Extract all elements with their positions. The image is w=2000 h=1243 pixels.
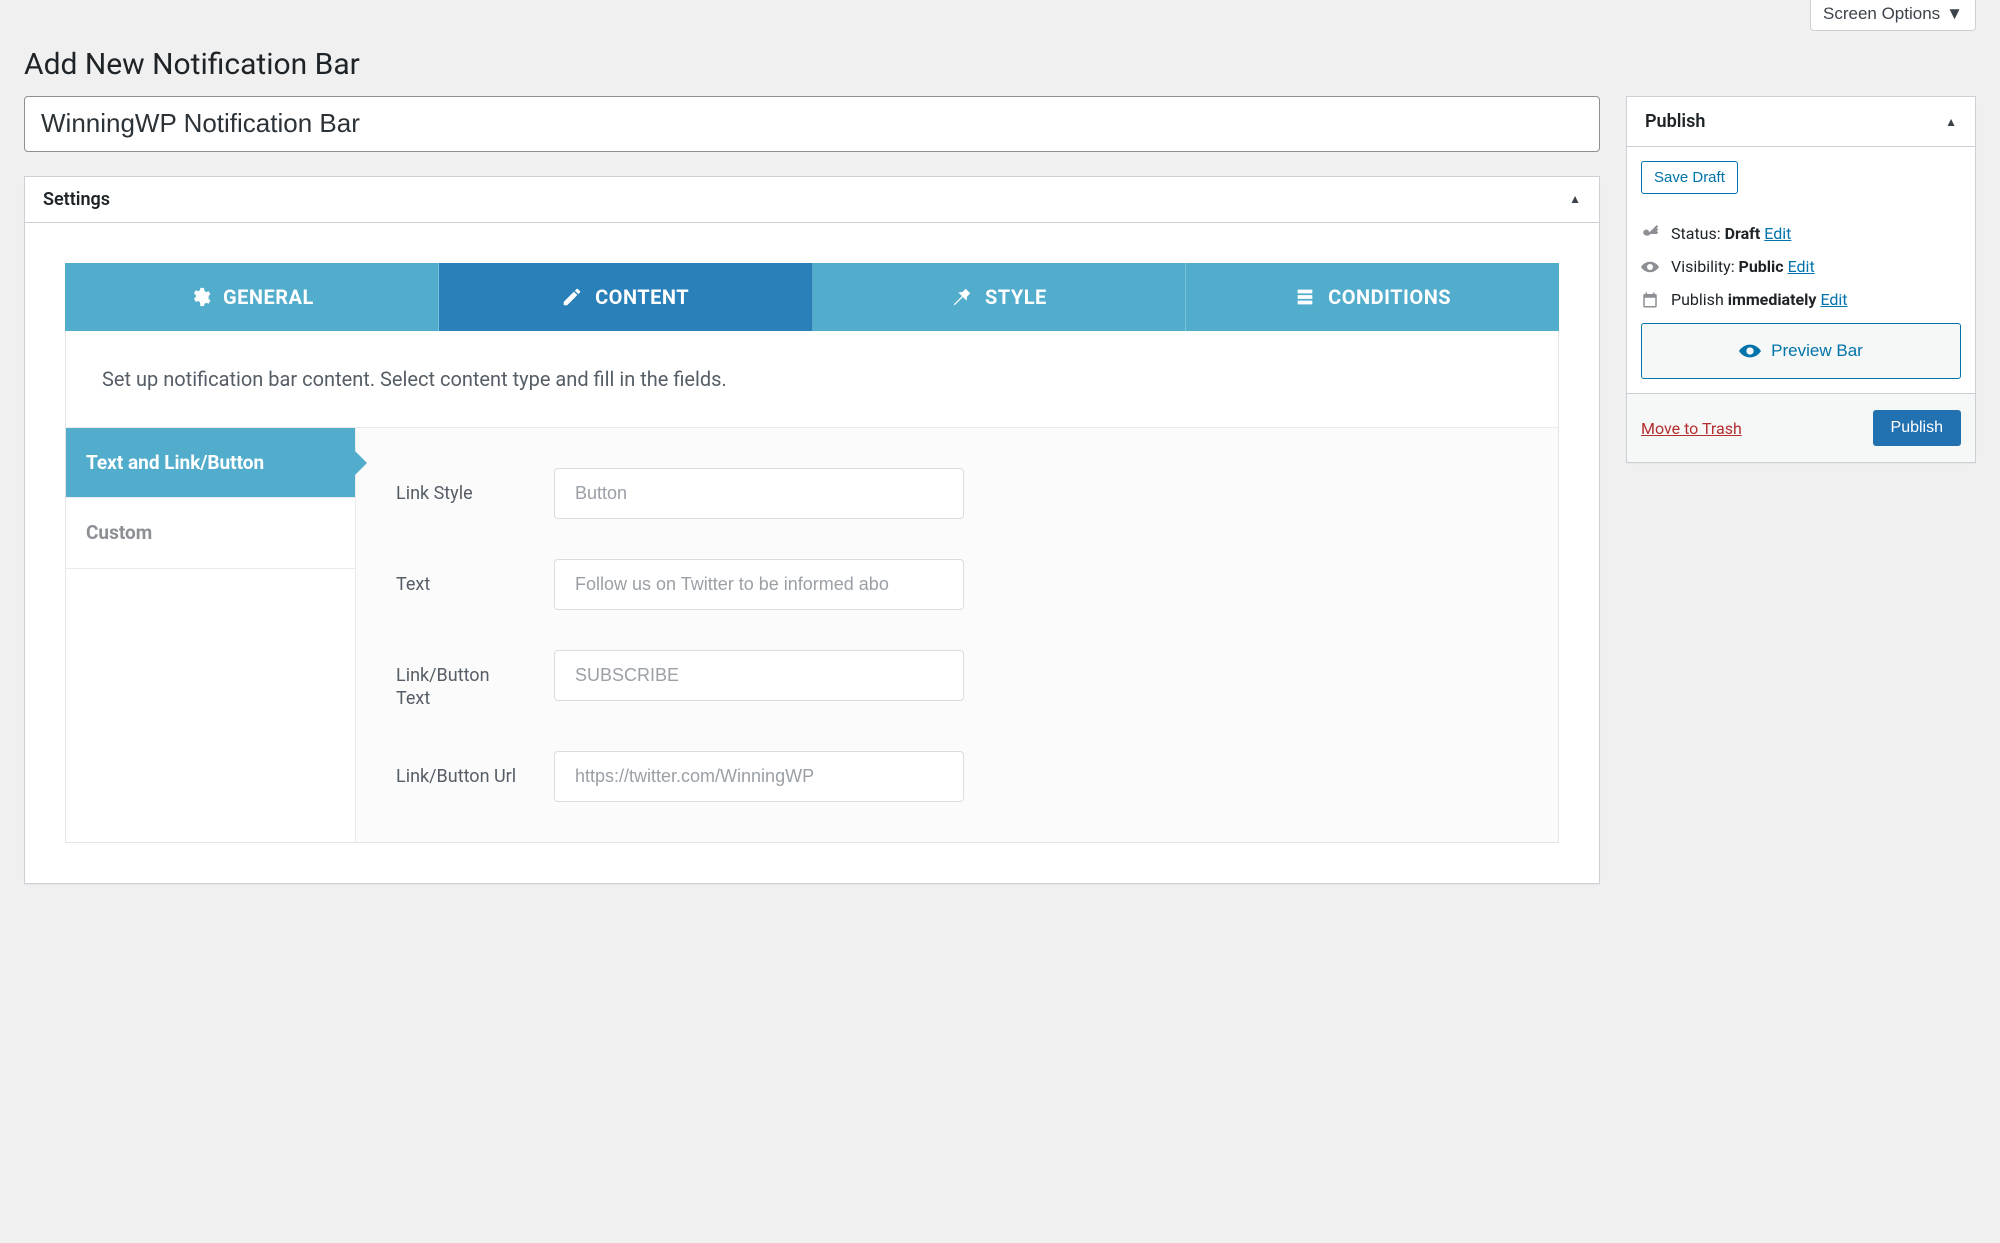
post-title-input[interactable] [24, 96, 1600, 152]
status-edit-link[interactable]: Edit [1764, 224, 1791, 243]
text-input[interactable] [554, 559, 964, 610]
eye-icon [1739, 340, 1761, 362]
calendar-icon [1641, 291, 1659, 309]
save-draft-button[interactable]: Save Draft [1641, 161, 1738, 194]
chevron-down-icon: ▼ [1946, 4, 1963, 24]
field-label-link-style: Link Style [396, 468, 526, 505]
field-label-link-button-text: Link/Button Text [396, 650, 526, 711]
tab-general-label: GENERAL [223, 285, 314, 309]
publish-panel-toggle[interactable]: ▲ [1945, 115, 1957, 129]
eye-icon [1641, 258, 1659, 276]
settings-panel-title: Settings [43, 189, 110, 210]
publish-button[interactable]: Publish [1873, 410, 1961, 446]
link-button-url-input[interactable] [554, 751, 964, 802]
tab-style[interactable]: STYLE [813, 263, 1187, 331]
tab-style-label: STYLE [985, 285, 1047, 309]
link-button-text-input[interactable] [554, 650, 964, 701]
status-label: Status: [1671, 224, 1721, 243]
publish-label: Publish [1671, 290, 1724, 309]
move-to-trash-link[interactable]: Move to Trash [1641, 419, 1742, 438]
settings-panel-toggle[interactable]: ▲ [1569, 192, 1581, 206]
tab-content-label: CONTENT [595, 285, 689, 309]
pin-icon [951, 286, 973, 308]
publish-postbox: Publish ▲ Save Draft Status: Draft Edit [1626, 96, 1976, 463]
pencil-icon [561, 286, 583, 308]
gear-icon [189, 286, 211, 308]
field-label-link-button-url: Link/Button Url [396, 751, 526, 788]
tab-conditions-label: CONDITIONS [1328, 285, 1451, 309]
visibility-label: Visibility: [1671, 257, 1735, 276]
tab-content[interactable]: CONTENT [439, 263, 813, 331]
screen-options-label: Screen Options [1823, 4, 1940, 24]
preview-bar-label: Preview Bar [1771, 341, 1863, 361]
status-value: Draft [1725, 224, 1761, 243]
content-intro: Set up notification bar content. Select … [66, 331, 1558, 427]
publish-edit-link[interactable]: Edit [1820, 290, 1847, 309]
content-subtabs: Text and Link/Button Custom [66, 428, 356, 842]
tab-general[interactable]: GENERAL [65, 263, 439, 331]
publish-title: Publish [1645, 111, 1705, 132]
page-title: Add New Notification Bar [24, 47, 1976, 82]
sliders-icon [1294, 286, 1316, 308]
visibility-value: Public [1739, 257, 1784, 276]
screen-options-button[interactable]: Screen Options ▼ [1810, 0, 1976, 31]
visibility-edit-link[interactable]: Edit [1788, 257, 1815, 276]
key-icon [1641, 225, 1659, 243]
main-tabs: GENERAL CONTENT STYLE CONDITIONS [65, 263, 1559, 331]
subtab-text-link[interactable]: Text and Link/Button [66, 428, 355, 499]
publish-value: immediately [1728, 290, 1817, 309]
link-style-input[interactable] [554, 468, 964, 519]
preview-bar-button[interactable]: Preview Bar [1641, 323, 1961, 379]
tab-conditions[interactable]: CONDITIONS [1186, 263, 1559, 331]
field-label-text: Text [396, 559, 526, 596]
subtab-custom[interactable]: Custom [66, 498, 355, 569]
settings-panel: Settings ▲ GENERAL CONTENT STYLE [24, 176, 1600, 884]
